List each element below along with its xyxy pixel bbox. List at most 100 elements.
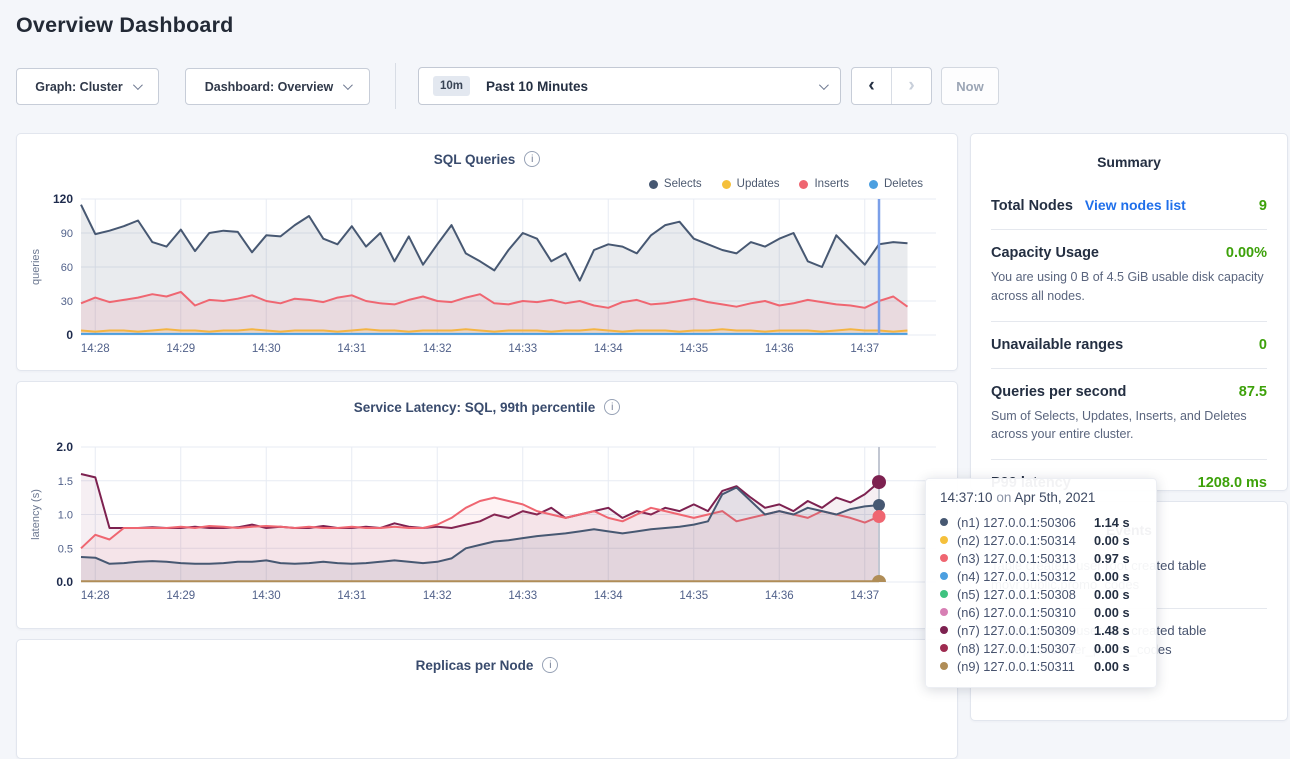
node-address: (n7) 127.0.0.1:50309 — [957, 623, 1076, 638]
svg-text:14:31: 14:31 — [337, 590, 366, 602]
svg-text:14:35: 14:35 — [679, 590, 708, 602]
tooltip-node-row: (n9) 127.0.0.1:50311 0.00 s — [940, 657, 1142, 675]
svg-text:14:30: 14:30 — [252, 590, 281, 602]
svg-text:60: 60 — [61, 262, 73, 274]
node-address: (n5) 127.0.0.1:50308 — [957, 587, 1076, 602]
node-color-dot-icon — [940, 662, 948, 670]
summary-heading: Summary — [991, 154, 1267, 170]
legend-item[interactable]: Updates — [722, 178, 780, 190]
next-time-button[interactable]: › — [891, 68, 931, 104]
tooltip-node-row: (n3) 127.0.0.1:50313 0.97 s — [940, 549, 1142, 567]
time-range-badge: 10m — [433, 76, 470, 96]
svg-text:1.5: 1.5 — [58, 476, 73, 488]
svg-text:30: 30 — [61, 296, 73, 308]
node-color-dot-icon — [940, 572, 948, 580]
tooltip-node-row: (n7) 127.0.0.1:50309 1.48 s — [940, 621, 1142, 639]
p99-latency-value: 1208.0 ms — [1198, 475, 1267, 491]
view-nodes-list-link[interactable]: View nodes list — [1085, 197, 1186, 213]
unavailable-ranges-label: Unavailable ranges — [991, 337, 1123, 353]
node-latency-value: 0.00 s — [1094, 659, 1142, 674]
svg-text:14:34: 14:34 — [594, 590, 623, 602]
graph-dropdown-label: Graph: Cluster — [35, 80, 123, 94]
legend-item[interactable]: Selects — [649, 178, 702, 190]
chart-title: Service Latency: SQL, 99th percentile — [354, 400, 596, 415]
time-step-buttons: ‹ › — [851, 67, 932, 105]
node-address: (n2) 127.0.0.1:50314 — [957, 533, 1076, 548]
node-color-dot-icon — [940, 590, 948, 598]
svg-text:14:36: 14:36 — [765, 590, 794, 602]
svg-text:queries: queries — [30, 248, 42, 285]
total-nodes-row: Total Nodes View nodes list 9 — [991, 197, 1267, 214]
node-address: (n9) 127.0.0.1:50311 — [957, 659, 1075, 674]
svg-text:14:31: 14:31 — [337, 343, 366, 355]
chart-hover-tooltip: 14:37:10 on Apr 5th, 2021 (n1) 127.0.0.1… — [925, 478, 1157, 688]
node-latency-value: 1.14 s — [1094, 515, 1142, 530]
svg-text:14:32: 14:32 — [423, 590, 452, 602]
svg-text:14:36: 14:36 — [765, 343, 794, 355]
tooltip-node-row: (n8) 127.0.0.1:50307 0.00 s — [940, 639, 1142, 657]
divider — [991, 321, 1267, 322]
node-latency-value: 0.00 s — [1094, 605, 1142, 620]
svg-text:14:33: 14:33 — [508, 343, 537, 355]
unavailable-ranges-row: Unavailable ranges 0 — [991, 337, 1267, 353]
divider — [991, 229, 1267, 230]
node-color-dot-icon — [940, 626, 948, 634]
info-icon[interactable]: i — [542, 657, 558, 673]
service-latency-card: 14:28 14:29 14:30 14:31 14:32 14:33 14:34 14:35… — [16, 381, 958, 629]
node-latency-value: 0.00 s — [1094, 569, 1142, 584]
info-icon[interactable]: i — [604, 399, 620, 415]
svg-text:14:30: 14:30 — [252, 343, 281, 355]
graph-dropdown[interactable]: Graph: Cluster — [16, 68, 159, 105]
svg-text:14:28: 14:28 — [81, 590, 110, 602]
capacity-label: Capacity Usage — [991, 245, 1099, 261]
legend-item[interactable]: Inserts — [799, 178, 849, 190]
legend-dot-icon — [649, 180, 658, 189]
svg-text:14:29: 14:29 — [166, 590, 195, 602]
svg-text:14:33: 14:33 — [508, 590, 537, 602]
node-color-dot-icon — [940, 608, 948, 616]
tooltip-node-row: (n1) 127.0.0.1:50306 1.14 s — [940, 513, 1142, 531]
unavailable-ranges-value: 0 — [1259, 337, 1267, 353]
divider — [991, 459, 1267, 460]
node-color-dot-icon — [940, 518, 948, 526]
svg-text:14:37: 14:37 — [850, 590, 879, 602]
node-address: (n8) 127.0.0.1:50307 — [957, 641, 1076, 656]
svg-text:0.0: 0.0 — [56, 575, 73, 589]
dashboard-dropdown[interactable]: Dashboard: Overview — [185, 68, 370, 105]
toolbar-divider — [395, 63, 396, 109]
service-latency-chart[interactable]: 14:28 14:29 14:30 14:31 14:32 14:33 14:34 14:35… — [17, 382, 959, 630]
dashboard-dropdown-label: Dashboard: Overview — [205, 80, 334, 94]
chart-title: Replicas per Node — [416, 658, 534, 673]
qps-value: 87.5 — [1239, 384, 1267, 400]
node-latency-value: 0.00 s — [1094, 641, 1142, 656]
page-title: Overview Dashboard — [16, 13, 234, 38]
node-latency-value: 0.00 s — [1094, 587, 1142, 602]
qps-desc: Sum of Selects, Updates, Inserts, and De… — [991, 407, 1267, 445]
legend-item[interactable]: Deletes — [869, 178, 923, 190]
node-color-dot-icon — [940, 536, 948, 544]
svg-text:90: 90 — [61, 228, 73, 240]
node-address: (n3) 127.0.0.1:50313 — [957, 551, 1076, 566]
total-nodes-label: Total Nodes — [991, 198, 1073, 214]
sql-queries-legend: Selects Updates Inserts Deletes — [649, 178, 923, 190]
node-address: (n6) 127.0.0.1:50310 — [957, 605, 1076, 620]
svg-text:120: 120 — [53, 192, 73, 206]
svg-text:14:32: 14:32 — [423, 343, 452, 355]
svg-text:14:28: 14:28 — [81, 343, 110, 355]
tooltip-node-row: (n6) 127.0.0.1:50310 0.00 s — [940, 603, 1142, 621]
prev-time-button[interactable]: ‹ — [852, 68, 891, 104]
time-range-picker[interactable]: 10m Past 10 Minutes — [418, 67, 841, 105]
tooltip-node-row: (n2) 127.0.0.1:50314 0.00 s — [940, 531, 1142, 549]
total-nodes-value: 9 — [1259, 198, 1267, 214]
chevron-down-icon — [343, 80, 353, 90]
sql-queries-chart[interactable]: 14:2814:2914:3014:3114:3214:3314:3414:35… — [17, 134, 959, 372]
tooltip-timestamp: 14:37:10 on Apr 5th, 2021 — [940, 490, 1142, 505]
svg-text:0.5: 0.5 — [58, 543, 73, 555]
node-latency-value: 0.00 s — [1094, 533, 1142, 548]
chevron-down-icon — [819, 80, 829, 90]
info-icon[interactable]: i — [524, 151, 540, 167]
now-button[interactable]: Now — [941, 67, 999, 105]
capacity-desc: You are using 0 B of 4.5 GiB usable disk… — [991, 268, 1267, 306]
node-color-dot-icon — [940, 644, 948, 652]
node-latency-value: 1.48 s — [1094, 623, 1142, 638]
